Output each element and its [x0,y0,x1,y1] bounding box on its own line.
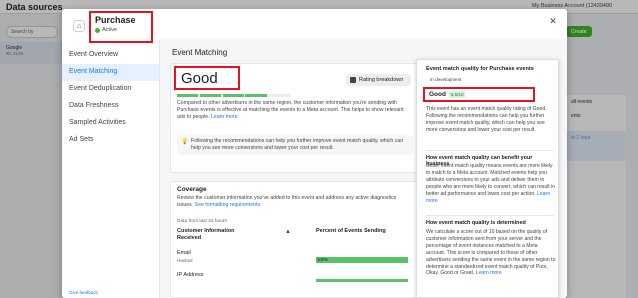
info-panel: Event match quality for Purchase events … [416,59,559,298]
tab-data-freshness[interactable]: Data Freshness [62,98,159,115]
good-rating-label: Good [429,91,446,98]
close-icon[interactable]: ✕ [548,16,558,26]
modal-header: ⌂ Purchase Active ✕ [62,9,567,43]
info-p3-text: We calculate a score out of 10 based on … [426,229,556,277]
good-rating-highlight: Good 6.5/10 [423,87,535,102]
rating-value: Good [181,70,218,87]
give-feedback-link[interactable]: Give feedback [69,290,98,295]
status-badge: Active [95,27,147,33]
coverage-card: Coverage Review the customer information… [170,181,418,298]
rating-highlight: Good [174,66,240,90]
info-paragraph-2: Better event match quality means events … [426,163,556,204]
coverage-title: Coverage [177,186,207,193]
col-percent-events: Percent of Events Sending [316,228,386,234]
info-title: Event match quality for Purchase events [426,66,534,72]
score-segment [199,94,222,97]
status-label: Active [102,27,117,33]
row-label-email: Email [177,250,191,256]
chart-icon [350,77,356,83]
progress-text: 100% [317,257,328,262]
progress-fill [316,257,408,263]
info-paragraph-3: We calculate a score out of 10 based on … [426,229,556,277]
info-sub: In development [430,77,462,82]
match-quality-card: Good Rating breakdown Compared to other … [170,63,418,173]
data-since: Data from last 24 hours [177,219,227,224]
score-segment [177,94,199,97]
learn-more-link[interactable]: Learn more [476,270,502,276]
pixel-icon: ⌂ [73,20,85,32]
match-description: Compared to other advertisers in the sam… [177,100,413,121]
tab-event-overview[interactable]: Event Overview [62,47,159,64]
event-name: Purchase [95,15,136,25]
progress-bar-ip [316,279,408,282]
tip-text: Following the recommendations can help y… [191,138,404,151]
modal-nav: Event Overview Event Matching Event Dedu… [62,47,159,298]
col-customer-info: Customer Information Received [177,228,235,241]
event-header: Purchase Active [89,11,153,43]
info-heading-determined: How event match quality is determined [426,220,526,226]
section-title: Event Matching [172,48,228,57]
recommendation-tip: 💡 Following the recommendations can help… [177,135,413,155]
score-segment [268,94,290,97]
score-badge: 6.5/10 [448,91,466,98]
progress-bar-email: 100% [316,257,408,263]
active-dot-icon [95,27,100,33]
score-segment [245,94,267,97]
divider [426,215,554,216]
row-label-ip: IP Address [177,272,204,278]
score-bar [177,94,291,97]
rating-breakdown-label: Rating breakdown [359,77,404,83]
lightbulb-icon: 💡 [181,139,189,145]
tab-event-matching[interactable]: Event Matching [62,64,159,81]
tab-ad-sets[interactable]: Ad Sets [62,132,159,149]
learn-more-link[interactable]: Learn more [211,114,238,120]
coverage-description: Review the customer information you've a… [177,195,413,209]
rating-breakdown-button[interactable]: Rating breakdown [346,74,411,86]
divider [426,150,554,151]
score-segment [222,94,244,97]
tab-event-deduplication[interactable]: Event Deduplication [62,81,159,98]
progress-fill [316,279,408,282]
tab-sampled-activities[interactable]: Sampled Activities [62,115,159,132]
row-sub-email: Hashed [177,258,193,263]
warning-icon: ▲ [285,229,291,235]
info-p2-text: Better event match quality means events … [426,163,556,197]
info-paragraph-1: This event has an event match quality ra… [426,106,547,133]
formatting-link[interactable]: See formatting requirements [195,202,260,208]
